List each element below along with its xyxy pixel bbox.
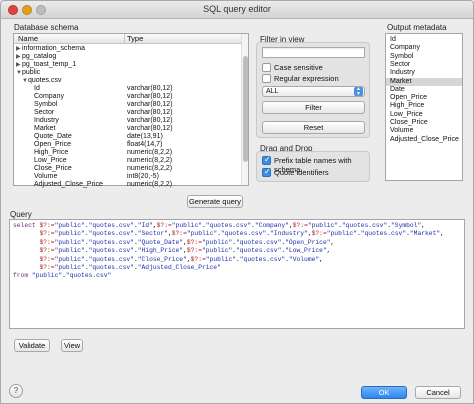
case-sensitive-label: Case sensitive (274, 63, 323, 72)
schema-item-name: Adjusted_Close_Price (34, 181, 103, 190)
regular-expression-checkbox[interactable] (262, 74, 271, 83)
schema-item-type: numeric(8,2,2) (127, 181, 173, 188)
schema-scrollbar[interactable] (241, 34, 248, 185)
output-metadata-list[interactable]: Id Company Symbol Sector Industry Market Date O… (385, 33, 463, 181)
schema-item-label: Volume (34, 173, 58, 180)
schema-item-label: Adjusted_Close_Price (34, 181, 103, 188)
output-metadata-item[interactable]: High_Price (386, 102, 462, 111)
output-metadata-item[interactable]: Sector (386, 61, 462, 70)
generate-query-button[interactable]: Generate query (187, 195, 243, 208)
schema-item-label: public (22, 69, 41, 76)
query-line: select $?:="public"."quotes.csv"."Id",$?… (13, 222, 426, 229)
filter-scope-value: ALL (266, 88, 279, 95)
schema-item-label: pg_toast_temp_1 (22, 61, 77, 68)
schema-item-label: information_schema (22, 45, 86, 52)
validate-button[interactable]: Validate (14, 339, 50, 352)
query-line: $?:="public"."quotes.csv"."Sector",$?:="… (39, 230, 444, 238)
output-metadata-item[interactable]: Open_Price (386, 94, 462, 103)
schema-tree-row[interactable]: Adjusted_Close_Price numeric(8,2,2) (14, 181, 242, 190)
quote-identifiers-label: Quote identifiers (274, 168, 329, 177)
output-metadata-item[interactable]: Close_Price (386, 119, 462, 128)
schema-item-label: Market (34, 125, 56, 132)
schema-item-label: Quote_Date (34, 133, 72, 140)
output-metadata-item[interactable]: Adjusted_Close_Price (386, 136, 462, 145)
query-line: $?:="public"."quotes.csv"."Quote_Date",$… (39, 238, 335, 246)
quote-identifiers-checkbox[interactable] (262, 167, 271, 177)
output-metadata-label: Output metadata (387, 23, 447, 32)
schema-item-label: Close_Price (34, 165, 72, 172)
help-icon[interactable]: ? (9, 384, 23, 398)
query-editor[interactable]: select $?:="public"."quotes.csv"."Id",$?… (9, 219, 465, 329)
ok-button[interactable]: OK (361, 386, 407, 399)
filter-search-input[interactable] (262, 47, 365, 58)
title-bar[interactable]: SQL query editor (1, 1, 473, 19)
output-metadata-item[interactable]: Volume (386, 127, 462, 136)
query-label: Query (10, 210, 32, 219)
regular-expression-label: Regular expression (274, 74, 339, 83)
filter-panel: Case sensitive Regular expression ALL ▲ ▼… (256, 42, 370, 138)
prefix-schema-checkbox[interactable] (262, 155, 271, 165)
schema-item-label: Open_Price (34, 141, 71, 148)
output-metadata-item[interactable]: Industry (386, 69, 462, 78)
reset-button[interactable]: Reset (262, 121, 365, 134)
case-sensitive-checkbox[interactable] (262, 63, 271, 72)
schema-tree-header: Name Type (14, 34, 242, 44)
schema-item-label: Id (34, 85, 40, 92)
database-schema-label: Database schema (14, 23, 79, 32)
sql-query-editor-window: SQL query editor Database schema Name Ty… (0, 0, 474, 404)
schema-item-label: quotes.csv (28, 77, 62, 84)
output-metadata-item[interactable]: Symbol (386, 53, 462, 62)
query-line: from "public"."quotes.csv" (13, 272, 112, 280)
filter-scope-select[interactable]: ALL ▲ ▼ (262, 86, 365, 97)
schema-item-label: Low_Price (34, 157, 67, 164)
filter-button[interactable]: Filter (262, 101, 365, 114)
select-arrows-icon: ▲ ▼ (354, 87, 363, 96)
window-title: SQL query editor (203, 4, 271, 14)
schema-item-label: High_Price (34, 149, 69, 156)
schema-item-label: Industry (34, 117, 59, 124)
output-metadata-item[interactable]: Id (386, 36, 462, 45)
output-metadata-item[interactable]: Market (386, 77, 462, 87)
query-line: $?:="public"."quotes.csv"."Adjusted_Clos… (39, 264, 221, 271)
output-metadata-item[interactable]: Low_Price (386, 111, 462, 120)
schema-item-label: Company (34, 93, 64, 100)
query-line: $?:="public"."quotes.csv"."High_Price",$… (39, 247, 331, 255)
output-metadata-item[interactable]: Company (386, 44, 462, 53)
output-metadata-item[interactable]: Date (386, 86, 462, 95)
database-schema-tree[interactable]: Name Type ▶information_schema ▶pg_catalog… (13, 33, 249, 188)
cancel-button[interactable]: Cancel (415, 386, 461, 399)
drag-and-drop-panel: Prefix table names with schema Quote ide… (256, 151, 370, 182)
schema-item-label: pg_catalog (22, 53, 57, 60)
name-column-header[interactable]: Name (18, 34, 38, 44)
query-line: $?:="public"."quotes.csv"."Close_Price",… (39, 255, 323, 263)
type-column-header[interactable]: Type (127, 34, 143, 44)
view-button[interactable]: View (61, 339, 83, 352)
schema-item-label: Sector (34, 109, 55, 116)
schema-item-label: Symbol (34, 101, 58, 108)
